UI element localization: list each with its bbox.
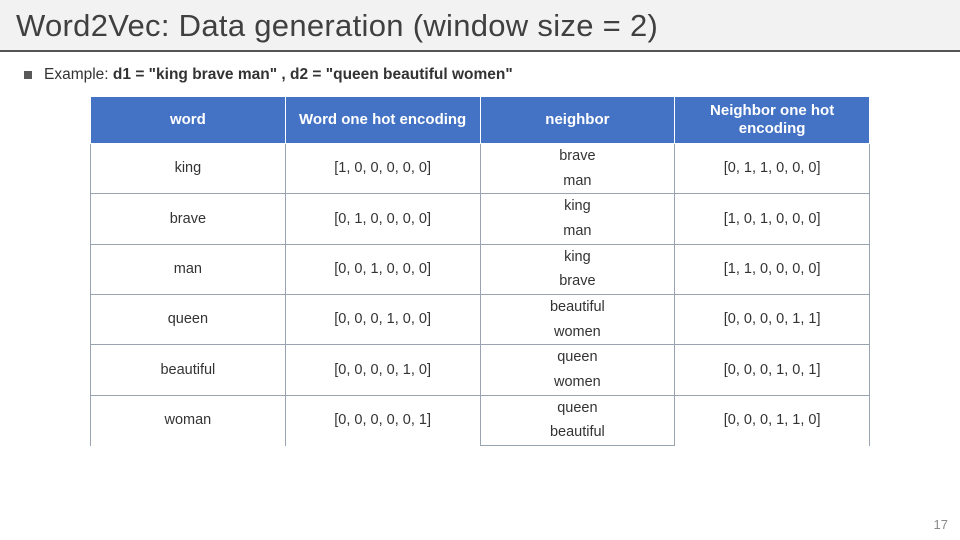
content-area: Example: d1 = "king brave man" , d2 = "q… (0, 52, 960, 446)
table-row: king [1, 0, 0, 0, 0, 0] brave [0, 1, 1, … (91, 144, 870, 169)
header-row: word Word one hot encoding neighbor Neig… (91, 97, 870, 144)
cell-word: man (91, 244, 286, 294)
col-word: word (91, 97, 286, 144)
cell-neighbor: queen (480, 395, 675, 420)
table-row: man [0, 0, 1, 0, 0, 0] king [1, 1, 0, 0,… (91, 244, 870, 269)
table-wrap: word Word one hot encoding neighbor Neig… (90, 96, 870, 446)
cell-enc: [0, 0, 1, 0, 0, 0] (285, 244, 480, 294)
cell-neighbor: women (480, 370, 675, 395)
cell-enc: [0, 0, 0, 0, 1, 0] (285, 345, 480, 395)
col-word-enc: Word one hot encoding (285, 97, 480, 144)
table-row: brave [0, 1, 0, 0, 0, 0] king [1, 0, 1, … (91, 194, 870, 219)
data-table: word Word one hot encoding neighbor Neig… (90, 96, 870, 446)
example-body: d1 = "king brave man" , d2 = "queen beau… (113, 66, 513, 83)
cell-neighbor: brave (480, 144, 675, 169)
cell-neighbor: king (480, 244, 675, 269)
title-bar: Word2Vec: Data generation (window size =… (0, 0, 960, 52)
table-row: beautiful [0, 0, 0, 0, 1, 0] queen [0, 0… (91, 345, 870, 370)
example-prefix: Example: (44, 66, 113, 83)
example-text: Example: d1 = "king brave man" , d2 = "q… (44, 66, 513, 84)
col-neighbor-enc: Neighbor one hot encoding (675, 97, 870, 144)
cell-neighbor: man (480, 169, 675, 194)
cell-enc: [0, 0, 0, 1, 0, 0] (285, 295, 480, 345)
cell-neighbor: king (480, 194, 675, 219)
cell-nenc: [0, 0, 0, 1, 0, 1] (675, 345, 870, 395)
cell-neighbor: man (480, 219, 675, 244)
table-row: woman [0, 0, 0, 0, 0, 1] queen [0, 0, 0,… (91, 395, 870, 420)
example-line: Example: d1 = "king brave man" , d2 = "q… (24, 66, 936, 84)
cell-nenc: [1, 1, 0, 0, 0, 0] (675, 244, 870, 294)
cell-nenc: [0, 0, 0, 1, 1, 0] (675, 395, 870, 445)
cell-neighbor: beautiful (480, 420, 675, 445)
cell-word: king (91, 144, 286, 194)
slide-number: 17 (934, 517, 948, 532)
cell-word: brave (91, 194, 286, 244)
cell-word: beautiful (91, 345, 286, 395)
cell-neighbor: brave (480, 269, 675, 294)
cell-word: woman (91, 395, 286, 445)
cell-nenc: [0, 1, 1, 0, 0, 0] (675, 144, 870, 194)
cell-enc: [1, 0, 0, 0, 0, 0] (285, 144, 480, 194)
col-neighbor: neighbor (480, 97, 675, 144)
page-title: Word2Vec: Data generation (window size =… (16, 8, 944, 44)
cell-nenc: [0, 0, 0, 0, 1, 1] (675, 295, 870, 345)
cell-nenc: [1, 0, 1, 0, 0, 0] (675, 194, 870, 244)
cell-neighbor: beautiful (480, 295, 675, 320)
table-body: king [1, 0, 0, 0, 0, 0] brave [0, 1, 1, … (91, 144, 870, 446)
cell-neighbor: queen (480, 345, 675, 370)
cell-enc: [0, 0, 0, 0, 0, 1] (285, 395, 480, 445)
cell-enc: [0, 1, 0, 0, 0, 0] (285, 194, 480, 244)
cell-neighbor: women (480, 320, 675, 345)
cell-word: queen (91, 295, 286, 345)
table-row: queen [0, 0, 0, 1, 0, 0] beautiful [0, 0… (91, 295, 870, 320)
bullet-icon (24, 71, 32, 79)
